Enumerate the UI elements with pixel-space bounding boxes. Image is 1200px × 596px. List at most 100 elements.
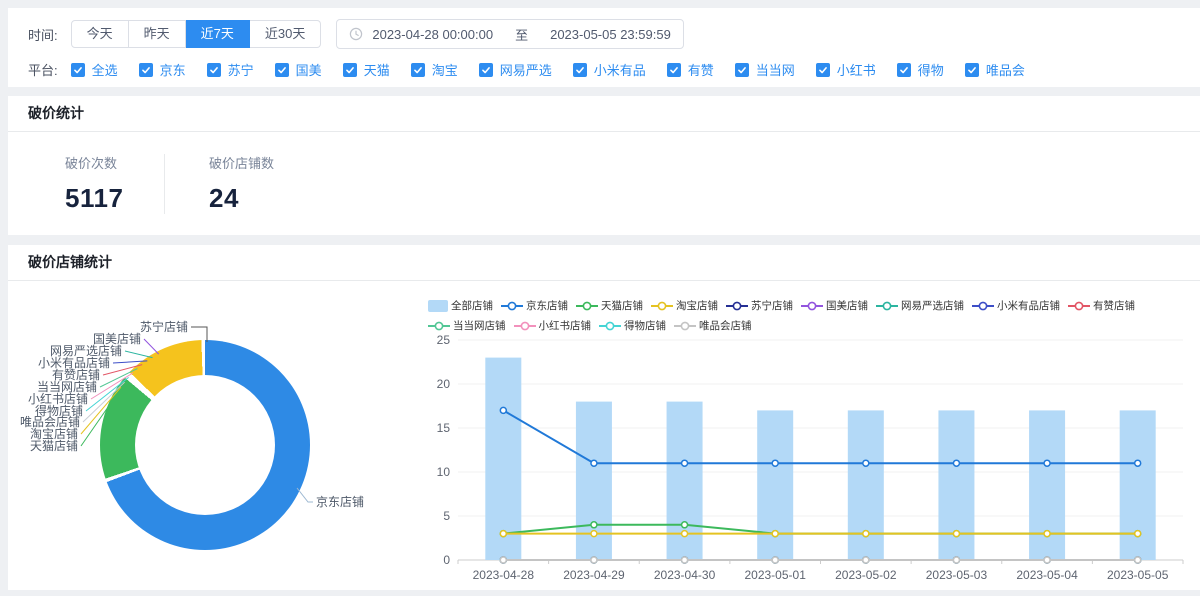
platform-label: 淘宝 [432,60,458,79]
x-axis-label: 2023-05-03 [926,568,988,582]
platform-checkbox-有赞[interactable]: 有赞 [667,60,714,79]
point-淘宝店铺[interactable] [1135,531,1141,537]
platform-filter-label: 平台: [28,60,58,79]
point-唯品会店铺[interactable] [682,557,688,563]
legend-item-国美店铺[interactable]: 国美店铺 [801,298,868,313]
point-淘宝店铺[interactable] [953,531,959,537]
platform-checkbox-国美[interactable]: 国美 [275,60,322,79]
platform-checkbox-淘宝[interactable]: 淘宝 [411,60,458,79]
point-唯品会店铺[interactable] [591,557,597,563]
stat-label: 破价次数 [65,153,164,172]
point-淘宝店铺[interactable] [682,531,688,537]
platform-label: 网易严选 [500,60,552,79]
legend-item-小红书店铺[interactable]: 小红书店铺 [514,318,592,333]
donut-leader-line [125,351,153,358]
checkbox-checked-icon [479,63,493,77]
legend-item-淘宝店铺[interactable]: 淘宝店铺 [651,298,718,313]
legend-item-得物店铺[interactable]: 得物店铺 [599,318,666,333]
point-唯品会店铺[interactable] [863,557,869,563]
legend-label: 淘宝店铺 [676,298,718,313]
point-唯品会店铺[interactable] [953,557,959,563]
time-filter-label: 时间: [28,25,58,44]
time-button-近30天[interactable]: 近30天 [250,20,321,48]
donut-slice-label: 京东店铺 [316,495,364,509]
platform-checkbox-网易严选[interactable]: 网易严选 [479,60,552,79]
legend-item-苏宁店铺[interactable]: 苏宁店铺 [726,298,793,313]
platform-checkbox-全选[interactable]: 全选 [71,60,118,79]
legend-item-当当网店铺[interactable]: 当当网店铺 [428,318,506,333]
point-京东店铺[interactable] [953,460,959,466]
platform-label: 当当网 [756,60,795,79]
point-淘宝店铺[interactable] [591,531,597,537]
stats-card-title: 破价统计 [8,96,1200,132]
platform-checkbox-京东[interactable]: 京东 [139,60,186,79]
platform-filter-row: 平台: 全选 京东 苏宁 国美 天猫 淘宝 网易严选 小米有品 有赞 当当网 小红书 得物 唯品会 [28,60,1200,79]
point-京东店铺[interactable] [1135,460,1141,466]
platform-label: 小米有品 [594,60,646,79]
point-京东店铺[interactable] [772,460,778,466]
y-axis-tick: 20 [437,377,451,391]
point-天猫店铺[interactable] [591,522,597,528]
platform-checkbox-小红书[interactable]: 小红书 [816,60,876,79]
bar-全部店铺[interactable] [1029,410,1065,560]
point-京东店铺[interactable] [591,460,597,466]
platform-checkbox-天猫[interactable]: 天猫 [343,60,390,79]
y-axis-tick: 15 [437,421,451,435]
legend-item-京东店铺[interactable]: 京东店铺 [501,298,568,313]
date-range-picker[interactable]: 2023-04-28 00:00:00 至 2023-05-05 23:59:5… [336,19,683,49]
platform-checkbox-当当网[interactable]: 当当网 [735,60,795,79]
donut-slice-label: 苏宁店铺 [140,319,188,334]
platform-checkbox-苏宁[interactable]: 苏宁 [207,60,254,79]
legend-label: 国美店铺 [826,298,868,313]
point-京东店铺[interactable] [863,460,869,466]
point-淘宝店铺[interactable] [772,531,778,537]
platform-checkbox-唯品会[interactable]: 唯品会 [965,60,1025,79]
legend-bar-swatch [428,300,448,312]
point-天猫店铺[interactable] [682,522,688,528]
legend-item-天猫店铺[interactable]: 天猫店铺 [576,298,643,313]
legend-item-小米有品店铺[interactable]: 小米有品店铺 [972,298,1060,313]
x-axis-label: 2023-05-02 [835,568,897,582]
stats-body: 破价次数 5117 破价店铺数 24 [8,132,1200,214]
bar-全部店铺[interactable] [938,410,974,560]
legend-label: 有赞店铺 [1093,298,1135,313]
platform-checkbox-得物[interactable]: 得物 [897,60,944,79]
time-button-近7天[interactable]: 近7天 [186,20,250,48]
date-start-value[interactable]: 2023-04-28 00:00:00 [372,27,493,42]
bar-全部店铺[interactable] [485,358,521,560]
chart-area: 苏宁店铺 国美店铺网易严选店铺小米有品店铺 有赞店铺当当网店铺小红书店铺 得物店铺唯品… [8,281,1200,590]
time-button-今天[interactable]: 今天 [71,20,129,48]
bar-全部店铺[interactable] [757,410,793,560]
point-唯品会店铺[interactable] [772,557,778,563]
legend-label: 得物店铺 [624,318,666,333]
point-淘宝店铺[interactable] [863,531,869,537]
point-唯品会店铺[interactable] [1044,557,1050,563]
point-淘宝店铺[interactable] [1044,531,1050,537]
point-淘宝店铺[interactable] [500,531,506,537]
platform-label: 全选 [92,60,118,79]
date-end-value[interactable]: 2023-05-05 23:59:59 [550,27,671,42]
legend-line-swatch [674,320,696,332]
time-button-昨天[interactable]: 昨天 [129,20,186,48]
legend-item-网易严选店铺[interactable]: 网易严选店铺 [876,298,964,313]
stat-value: 24 [209,183,308,214]
donut-slice-label: 天猫店铺 [30,439,78,453]
legend-line-swatch [801,300,823,312]
platform-checkbox-小米有品[interactable]: 小米有品 [573,60,646,79]
checkbox-checked-icon [139,63,153,77]
legend-item-唯品会店铺[interactable]: 唯品会店铺 [674,318,752,333]
bar-line-chart[interactable]: 05101520252023-04-282023-04-292023-04-30… [420,333,1198,590]
point-唯品会店铺[interactable] [500,557,506,563]
point-京东店铺[interactable] [682,460,688,466]
bar-全部店铺[interactable] [848,410,884,560]
legend-item-有赞店铺[interactable]: 有赞店铺 [1068,298,1135,313]
legend-item-全部店铺[interactable]: 全部店铺 [428,298,493,313]
point-唯品会店铺[interactable] [1135,557,1141,563]
stat-break-shop-count: 破价店铺数 24 [209,153,308,214]
bar-全部店铺[interactable] [1120,410,1156,560]
price-break-stats-card: 破价统计 破价次数 5117 破价店铺数 24 [8,96,1200,235]
point-京东店铺[interactable] [500,407,506,413]
date-separator: 至 [515,25,528,44]
x-axis-label: 2023-04-30 [654,568,716,582]
point-京东店铺[interactable] [1044,460,1050,466]
